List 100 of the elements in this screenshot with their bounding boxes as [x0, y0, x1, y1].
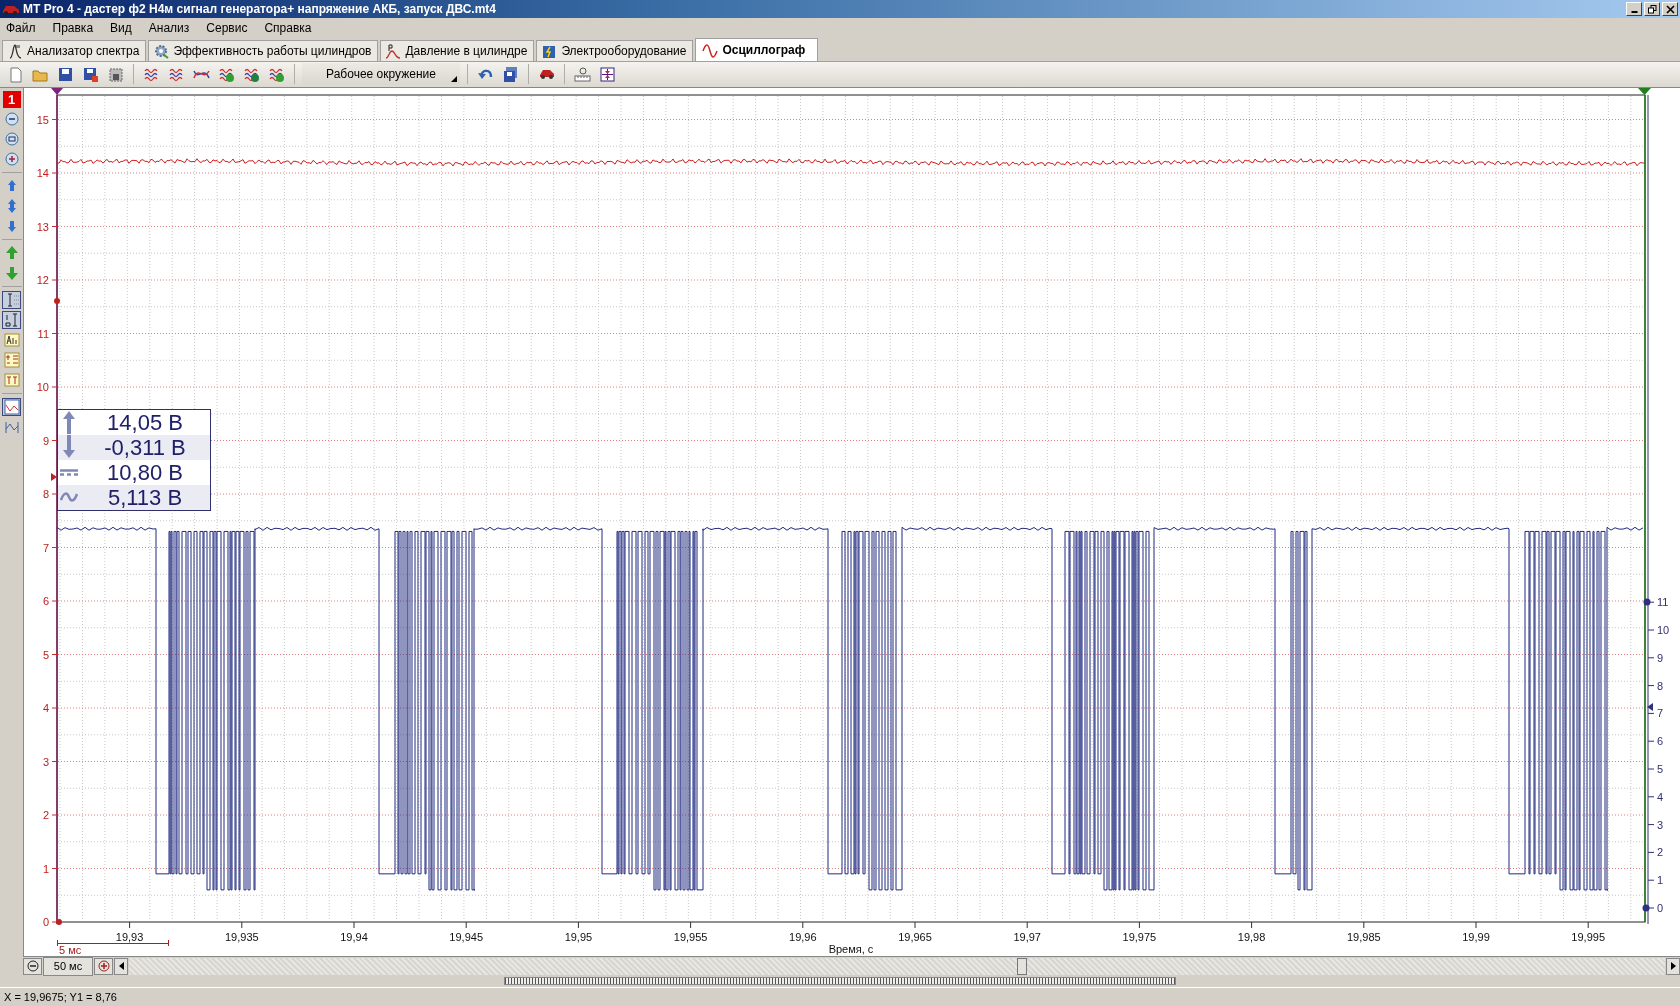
axis-label: 11	[1657, 596, 1669, 609]
axis-label: 5	[1657, 762, 1664, 775]
tab-icon	[7, 42, 23, 59]
arrow-up-icon	[3, 244, 20, 261]
axis-label: 5	[42, 648, 49, 661]
menu-item[interactable]: Файл	[6, 21, 45, 36]
cursor-coordinates: X = 19,9675; Y1 = 8,76	[4, 990, 117, 1003]
measure-icon	[3, 351, 20, 368]
axis-label: 7	[42, 541, 49, 554]
left-arrow-icon	[118, 962, 124, 971]
menu-item[interactable]: Вид	[110, 21, 141, 36]
axis-label: 19,975	[1122, 930, 1157, 943]
menu-item[interactable]: Анализ	[148, 21, 199, 36]
tool-button[interactable]	[2, 290, 21, 309]
axis-label: 9	[42, 434, 49, 447]
car-icon	[538, 69, 555, 80]
max-icon	[62, 410, 76, 435]
minimize-button[interactable]	[1626, 2, 1642, 17]
axis-label: 3	[42, 755, 49, 768]
axis-label: 19,99	[1462, 930, 1490, 943]
measurement-value: 5,113 В	[106, 484, 184, 510]
axis-label: 2	[1657, 846, 1664, 859]
axis-label: 4	[1657, 790, 1664, 803]
axis-label: 0	[1657, 901, 1664, 914]
timebase-value: 50 мс	[43, 956, 93, 976]
workspace-dropdown[interactable]: Рабочее окружение	[302, 63, 460, 86]
arrow-down-icon	[3, 264, 20, 281]
zoom-reset-icon	[3, 130, 20, 147]
axis-label: 10	[1657, 623, 1670, 636]
scrollbar-thumb[interactable]	[1017, 957, 1027, 975]
fit-icon	[599, 65, 616, 83]
axis-label: 19,995	[1571, 930, 1606, 943]
scroll-right-button[interactable]	[1666, 957, 1680, 975]
axis-label: 14	[36, 166, 49, 179]
axis-label: 2	[42, 808, 49, 821]
rms-icon	[60, 492, 78, 503]
axis-label: 8	[42, 487, 49, 500]
right-arrow-icon	[1670, 962, 1676, 971]
measurement-value: -0,311 В	[103, 434, 187, 460]
axis-label: 19,95	[564, 930, 593, 943]
splitter-handle[interactable]	[504, 976, 1176, 985]
axis-label: 6	[1657, 735, 1664, 748]
level-marker-icon[interactable]	[1642, 904, 1650, 912]
tab-icon	[153, 42, 170, 59]
axis-label: 11	[37, 327, 49, 340]
axis-label: 15	[36, 113, 49, 126]
tool-button[interactable]	[2, 310, 21, 329]
axis-label: 19,965	[898, 930, 932, 943]
text-icon	[3, 331, 20, 348]
axis-label: 19,98	[1237, 930, 1266, 943]
tab-icon	[702, 41, 719, 58]
axis-label: 3	[1657, 818, 1664, 831]
minimize-icon	[1630, 10, 1638, 13]
axis-label: 19,935	[224, 930, 259, 943]
level-marker-icon[interactable]	[54, 297, 60, 304]
close-button[interactable]	[1662, 2, 1678, 17]
scroll-left-button[interactable]	[114, 957, 128, 975]
zoom-out-icon	[3, 110, 20, 127]
axis-label: 1	[42, 862, 49, 875]
axis-label: 9	[1657, 651, 1664, 664]
tab[interactable]: Давление в цилиндре	[380, 39, 535, 61]
axis-label: 7	[1657, 707, 1664, 720]
zoom-in-icon	[3, 150, 20, 167]
cursor-icon	[3, 311, 20, 328]
axis-label: 0	[42, 915, 49, 928]
zoom-out-button[interactable]	[23, 957, 42, 975]
markers-icon	[3, 371, 20, 388]
tab[interactable]: Электрооборудование	[536, 39, 694, 61]
measurement-value: 14,05 В	[106, 409, 184, 435]
axis-label: 19,945	[449, 930, 484, 943]
chart-icon	[3, 398, 20, 415]
scale-label: 5 мс	[59, 943, 82, 956]
axis-label: 12	[36, 273, 49, 286]
axis-label: 10	[36, 380, 49, 393]
tool-button[interactable]	[2, 397, 21, 416]
level-marker-icon[interactable]	[1643, 598, 1651, 606]
tool-button[interactable]	[2, 330, 21, 349]
axis-label: 19,93	[115, 930, 144, 943]
channel-badge[interactable]: 1	[2, 90, 21, 108]
axis-label: 1	[1657, 874, 1664, 887]
tab-icon	[385, 42, 402, 59]
menu-item[interactable]: Правка	[52, 21, 103, 36]
axis-title: Время, с	[828, 942, 874, 955]
minus-icon	[26, 960, 39, 973]
restore-button[interactable]	[1644, 2, 1660, 17]
tab[interactable]: Эффективность работы цилиндров	[148, 39, 379, 61]
tab[interactable]: Осциллограф	[695, 37, 819, 61]
level-marker-icon[interactable]	[56, 918, 62, 925]
close-icon	[1665, 4, 1675, 14]
menu-item[interactable]: Сервис	[206, 21, 257, 36]
menu-item[interactable]: Справка	[264, 21, 321, 36]
tool-button[interactable]	[2, 149, 21, 168]
zoom-in-button[interactable]	[94, 957, 113, 975]
tool-button[interactable]	[2, 109, 21, 128]
axis-label: 6	[42, 594, 49, 607]
tab[interactable]: Анализатор спектра	[2, 39, 147, 61]
axis-label: 19,96	[789, 930, 817, 943]
ruler-icon	[574, 65, 591, 83]
axis-label: 13	[36, 220, 49, 233]
axis-label: 19,985	[1346, 930, 1381, 943]
